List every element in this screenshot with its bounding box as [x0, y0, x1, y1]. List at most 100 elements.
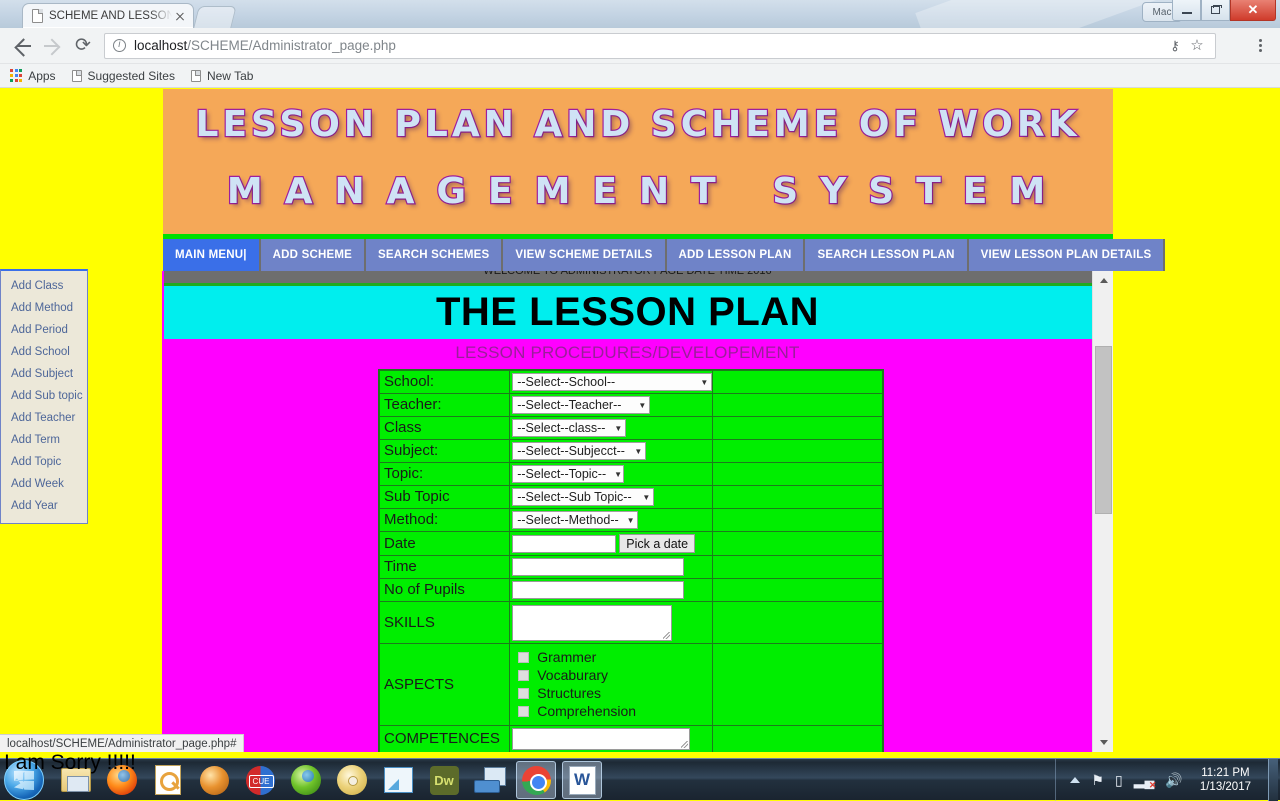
menu-item-add-sub-topic[interactable]: Add Sub topic — [1, 385, 87, 407]
address-bar[interactable]: localhost/SCHEME/Administrator_page.php … — [104, 32, 1216, 59]
skills-textarea[interactable] — [512, 604, 673, 641]
checkbox-comprehension[interactable] — [518, 705, 530, 717]
table-row: Method: --Select--Method-- ▼ — [378, 508, 884, 532]
date-input[interactable] — [512, 534, 617, 553]
table-row: No of Pupils — [378, 578, 884, 603]
action-center-flag-icon[interactable]: ⚑ — [1091, 772, 1104, 789]
extension-icon[interactable] — [1224, 36, 1244, 56]
bookmark-label: Suggested Sites — [87, 68, 175, 83]
no-of-pupils-input[interactable] — [512, 581, 685, 600]
method-select[interactable]: --Select--Method-- ▼ — [512, 511, 639, 529]
menu-item-add-year[interactable]: Add Year — [1, 495, 87, 517]
bookmark-new-tab[interactable]: New Tab — [190, 69, 253, 83]
maximize-button[interactable] — [1201, 0, 1230, 21]
page-scrollbar[interactable] — [1092, 271, 1113, 752]
menu-item-add-term[interactable]: Add Term — [1, 429, 87, 451]
aspect-option[interactable]: Vocaburary — [510, 666, 712, 684]
menu-item-add-week[interactable]: Add Week — [1, 473, 87, 495]
aspect-option[interactable]: Grammer — [510, 648, 712, 666]
apps-grid-icon — [10, 69, 23, 82]
remote-desktop-icon — [474, 766, 506, 794]
volume-icon[interactable]: 🔊 — [1165, 772, 1182, 789]
chevron-down-icon: ▼ — [614, 423, 623, 433]
teacher-select[interactable]: --Select--Teacher-- ▼ — [512, 396, 651, 414]
class-select[interactable]: --Select--class-- ▼ — [512, 419, 627, 437]
school-select[interactable]: --Select--School-- ▼ — [512, 373, 713, 391]
scrollbar-thumb[interactable] — [1095, 346, 1112, 514]
pick-a-date-button[interactable]: Pick a date — [619, 534, 696, 553]
table-row: Date Pick a date — [378, 531, 884, 556]
taskbar-clock[interactable]: 11:21 PM 1/13/2017 — [1194, 766, 1257, 794]
taskbar-disc-app[interactable] — [332, 761, 372, 799]
nav-item-add-scheme[interactable]: ADD SCHEME — [260, 239, 366, 271]
checkbox-structures[interactable] — [518, 687, 530, 699]
subject-select[interactable]: --Select--Subjecct-- ▼ — [512, 442, 647, 460]
reload-button[interactable]: ⟳ — [68, 31, 98, 61]
chrome-menu-icon[interactable] — [1248, 33, 1272, 59]
nav-item-view-scheme-details[interactable]: VIEW SCHEME DETAILS — [503, 239, 667, 271]
welcome-strip: WELCOME TO ADMINISTRATOR PAGE DATE TIME … — [163, 271, 1092, 283]
row-field: --Select--School-- ▼ — [509, 369, 714, 394]
nav-item-view-lesson-plan-details[interactable]: VIEW LESSON PLAN DETAILS — [968, 239, 1166, 271]
row-label: Method: — [378, 508, 511, 532]
close-tab-icon[interactable] — [172, 8, 188, 24]
sub-topic-select[interactable]: --Select--Sub Topic-- ▼ — [512, 488, 655, 506]
competences-textarea[interactable] — [512, 728, 691, 751]
menu-item-add-topic[interactable]: Add Topic — [1, 451, 87, 473]
new-tab-button[interactable] — [193, 6, 237, 28]
show-hidden-icons-icon[interactable] — [1070, 777, 1081, 783]
lesson-plan-form-table: School: --Select--School-- ▼ Teacher: --… — [378, 369, 884, 752]
row-field — [509, 554, 714, 580]
back-button[interactable] — [8, 31, 38, 61]
topic-select[interactable]: --Select--Topic-- ▼ — [512, 465, 625, 483]
row-label: Topic: — [378, 462, 511, 486]
show-desktop-button[interactable] — [1268, 759, 1278, 801]
site-banner: LESSON PLAN AND SCHEME OF WORK MANAGEMEN… — [163, 89, 1113, 234]
row-spacer — [712, 416, 884, 440]
forward-button[interactable] — [38, 31, 68, 61]
taskbar-globe-browser[interactable] — [194, 761, 234, 799]
row-label: Sub Topic — [378, 485, 511, 509]
bookmark-suggested-sites[interactable]: Suggested Sites — [71, 68, 175, 83]
menu-item-add-subject[interactable]: Add Subject — [1, 363, 87, 385]
menu-item-add-method[interactable]: Add Method — [1, 297, 87, 319]
row-spacer — [712, 508, 884, 532]
minimize-button[interactable] — [1172, 0, 1201, 21]
menu-item-add-class[interactable]: Add Class — [1, 275, 87, 297]
site-info-icon[interactable] — [113, 39, 126, 52]
taskbar-dreamweaver[interactable]: Dw — [424, 761, 464, 799]
nav-item-main-menu[interactable]: MAIN MENU| — [163, 239, 261, 271]
aspect-option[interactable]: Structures — [510, 684, 712, 702]
checkbox-grammer[interactable] — [518, 651, 530, 663]
time-input[interactable] — [512, 558, 685, 576]
taskbar-picture-tool[interactable] — [378, 761, 418, 799]
table-row: Sub Topic --Select--Sub Topic-- ▼ — [378, 485, 884, 509]
network-disconnected-icon[interactable]: ▂▄ — [1134, 772, 1156, 791]
taskbar-search-document[interactable] — [148, 761, 188, 799]
bookmark-star-icon[interactable]: ☆ — [1187, 36, 1207, 56]
taskbar-word[interactable] — [562, 761, 602, 799]
nav-item-add-lesson-plan[interactable]: ADD LESSON PLAN — [666, 239, 806, 271]
browser-tab[interactable]: SCHEME AND LESSON P — [22, 3, 194, 28]
scroll-up-icon[interactable] — [1093, 271, 1114, 290]
aspect-option[interactable]: Comprehension — [510, 702, 712, 720]
menu-item-add-teacher[interactable]: Add Teacher — [1, 407, 87, 429]
chevron-down-icon: ▼ — [626, 515, 635, 525]
bookmark-apps[interactable]: Apps — [10, 69, 56, 83]
taskbar-remote-desktop[interactable] — [470, 761, 510, 799]
close-window-button[interactable]: ✕ — [1230, 0, 1276, 21]
battery-icon[interactable]: ▯ — [1115, 772, 1123, 789]
scroll-down-icon[interactable] — [1093, 733, 1114, 752]
row-field: --Select--Topic-- ▼ — [509, 462, 714, 486]
row-field: --Select--Method-- ▼ — [509, 508, 714, 532]
password-key-icon[interactable]: ⚷ — [1165, 36, 1185, 56]
taskbar-cue-app[interactable] — [240, 761, 280, 799]
menu-item-add-school[interactable]: Add School — [1, 341, 87, 363]
taskbar-green-app[interactable] — [286, 761, 326, 799]
picture-tool-icon — [383, 767, 413, 793]
nav-item-search-lesson-plan[interactable]: SEARCH LESSON PLAN — [805, 239, 969, 271]
nav-item-search-schemes[interactable]: SEARCH SCHEMES — [365, 239, 504, 271]
taskbar-chrome[interactable] — [516, 761, 556, 799]
checkbox-vocaburary[interactable] — [518, 669, 530, 681]
menu-item-add-period[interactable]: Add Period — [1, 319, 87, 341]
